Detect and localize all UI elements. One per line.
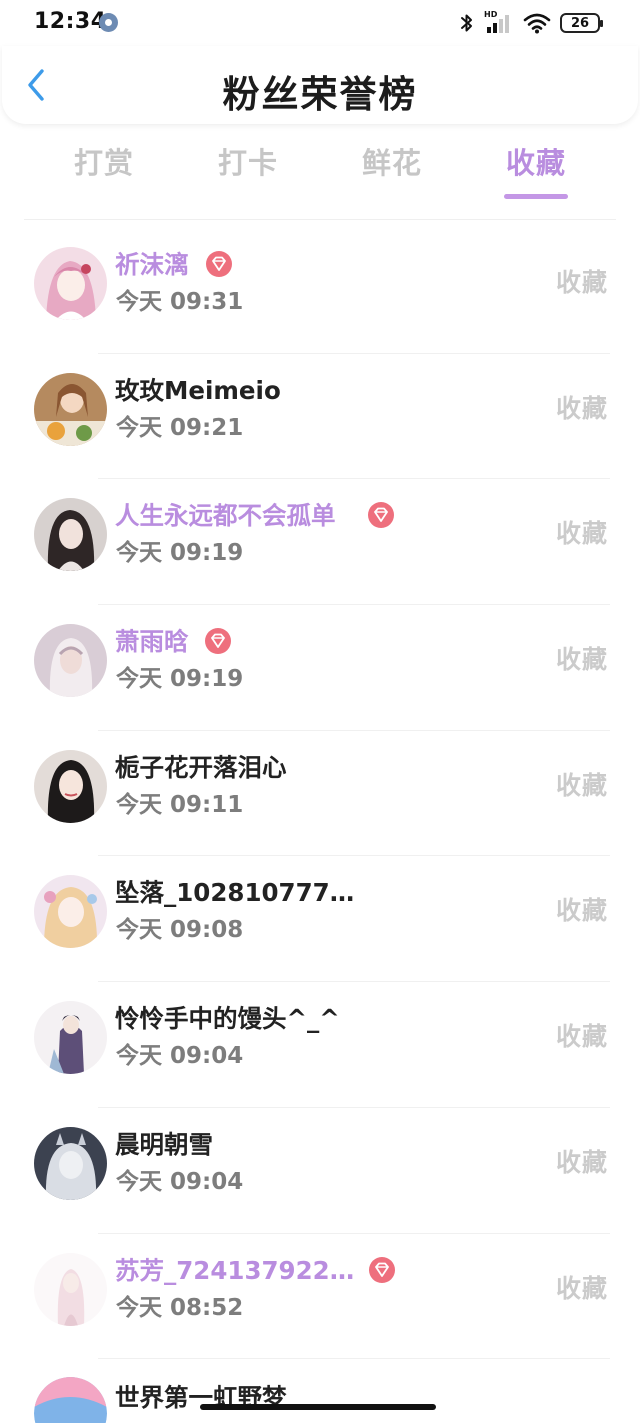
fan-name: 栀子花开落泪心	[115, 752, 287, 782]
tab-reward[interactable]: 打赏	[32, 140, 176, 200]
fan-name: 晨明朝雪	[115, 1129, 213, 1159]
fan-name: 人生永远都不会孤单	[115, 501, 336, 531]
fan-time: 今天 09:11	[116, 791, 244, 818]
fan-time: 今天 09:19	[116, 666, 244, 693]
battery-icon: 26	[560, 13, 603, 33]
fan-name: 祈沫漓	[115, 250, 189, 279]
favorite-action: 收藏	[555, 1273, 608, 1303]
avatar[interactable]	[34, 498, 107, 572]
fan-name: 玫玫Meimeio	[115, 375, 281, 405]
status-time: 12:34	[34, 9, 107, 34]
fan-name: 萧雨晗	[115, 627, 189, 657]
list-item[interactable]: 玫玫Meimeio 今天 09:21 收藏	[0, 354, 640, 480]
home-indicator[interactable]	[200, 1404, 436, 1410]
avatar[interactable]	[34, 1252, 107, 1326]
avatar[interactable]	[34, 1001, 107, 1075]
avatar[interactable]	[34, 624, 107, 698]
avatar[interactable]	[34, 749, 107, 823]
fan-time: 今天 09:19	[116, 540, 244, 567]
favorite-action: 收藏	[555, 393, 608, 423]
page-title: 粉丝荣誉榜	[222, 73, 418, 116]
diamond-badge-icon	[368, 502, 394, 529]
fan-list: 祈沫漓 今天 09:31 收藏 玫玫Meimeio 今天 09:21 收藏 人生…	[0, 228, 640, 1360]
bluetooth-icon	[461, 14, 472, 32]
tab-flowers[interactable]: 鲜花	[320, 140, 464, 200]
cellular-signal-icon: HD	[484, 10, 514, 35]
fan-name: 怜怜手中的馒头^_^	[115, 1004, 340, 1034]
favorite-action: 收藏	[555, 770, 608, 800]
favorite-action: 收藏	[555, 645, 608, 675]
settings-notification-icon	[99, 13, 118, 32]
list-item[interactable]: 栀子花开落泪心 今天 09:11 收藏	[0, 731, 640, 857]
tab-favorites[interactable]: 收藏	[464, 140, 608, 200]
screen: 12:34 HD 26 粉丝荣誉榜 打赏 打卡 鲜花 收藏 祈沫漓 今天 09:…	[0, 0, 640, 1423]
favorite-action: 收藏	[555, 519, 608, 549]
status-bar: 12:34 HD 26	[0, 0, 640, 46]
avatar[interactable]	[34, 1377, 107, 1423]
favorite-action: 收藏	[555, 268, 608, 297]
avatar[interactable]	[34, 247, 107, 320]
diamond-badge-icon	[206, 251, 232, 277]
tabs-divider	[24, 219, 616, 220]
list-item[interactable]: 坠落_102810777... 今天 09:08 收藏	[0, 856, 640, 983]
favorite-action: 收藏	[555, 1022, 608, 1052]
fan-time: 今天 08:52	[116, 1294, 244, 1321]
list-item[interactable]: 萧雨晗 今天 09:19 收藏	[0, 605, 640, 731]
avatar[interactable]	[34, 875, 107, 949]
fan-time: 今天 09:21	[116, 414, 244, 441]
status-icons: HD 26	[459, 9, 603, 37]
list-item[interactable]: 祈沫漓 今天 09:31 收藏	[0, 228, 640, 354]
fan-name: 苏芳_724137922...	[115, 1255, 355, 1285]
tab-favorites-label: 收藏	[505, 146, 566, 180]
fan-time: 今天 09:04	[116, 1043, 244, 1070]
favorite-action: 收藏	[555, 896, 608, 926]
fan-time: 今天 09:04	[116, 1168, 244, 1195]
diamond-badge-icon	[205, 628, 231, 655]
diamond-badge-icon	[369, 1256, 395, 1283]
fan-name: 坠落_102810777...	[115, 878, 355, 908]
fan-time: 今天 09:08	[116, 917, 244, 944]
active-tab-indicator	[504, 194, 568, 199]
favorite-action: 收藏	[555, 1147, 608, 1177]
header: 粉丝荣誉榜	[2, 46, 638, 124]
avatar[interactable]	[34, 372, 107, 446]
battery-level: 26	[570, 15, 590, 31]
tab-bar: 打赏 打卡 鲜花 收藏	[32, 140, 608, 200]
list-item-partial[interactable]: 世界第一虹野梦	[0, 1359, 640, 1423]
tab-checkin[interactable]: 打卡	[176, 140, 320, 200]
fan-time: 今天 09:31	[116, 289, 244, 315]
list-item[interactable]: 晨明朝雪 今天 09:04 收藏	[0, 1108, 640, 1234]
list-item[interactable]: 苏芳_724137922... 今天 08:52 收藏	[0, 1234, 640, 1360]
avatar[interactable]	[34, 1126, 107, 1200]
list-item[interactable]: 人生永远都不会孤单 今天 09:19 收藏	[0, 479, 640, 606]
list-item[interactable]: 怜怜手中的馒头^_^ 今天 09:04 收藏	[0, 982, 640, 1108]
wifi-icon	[523, 13, 551, 34]
